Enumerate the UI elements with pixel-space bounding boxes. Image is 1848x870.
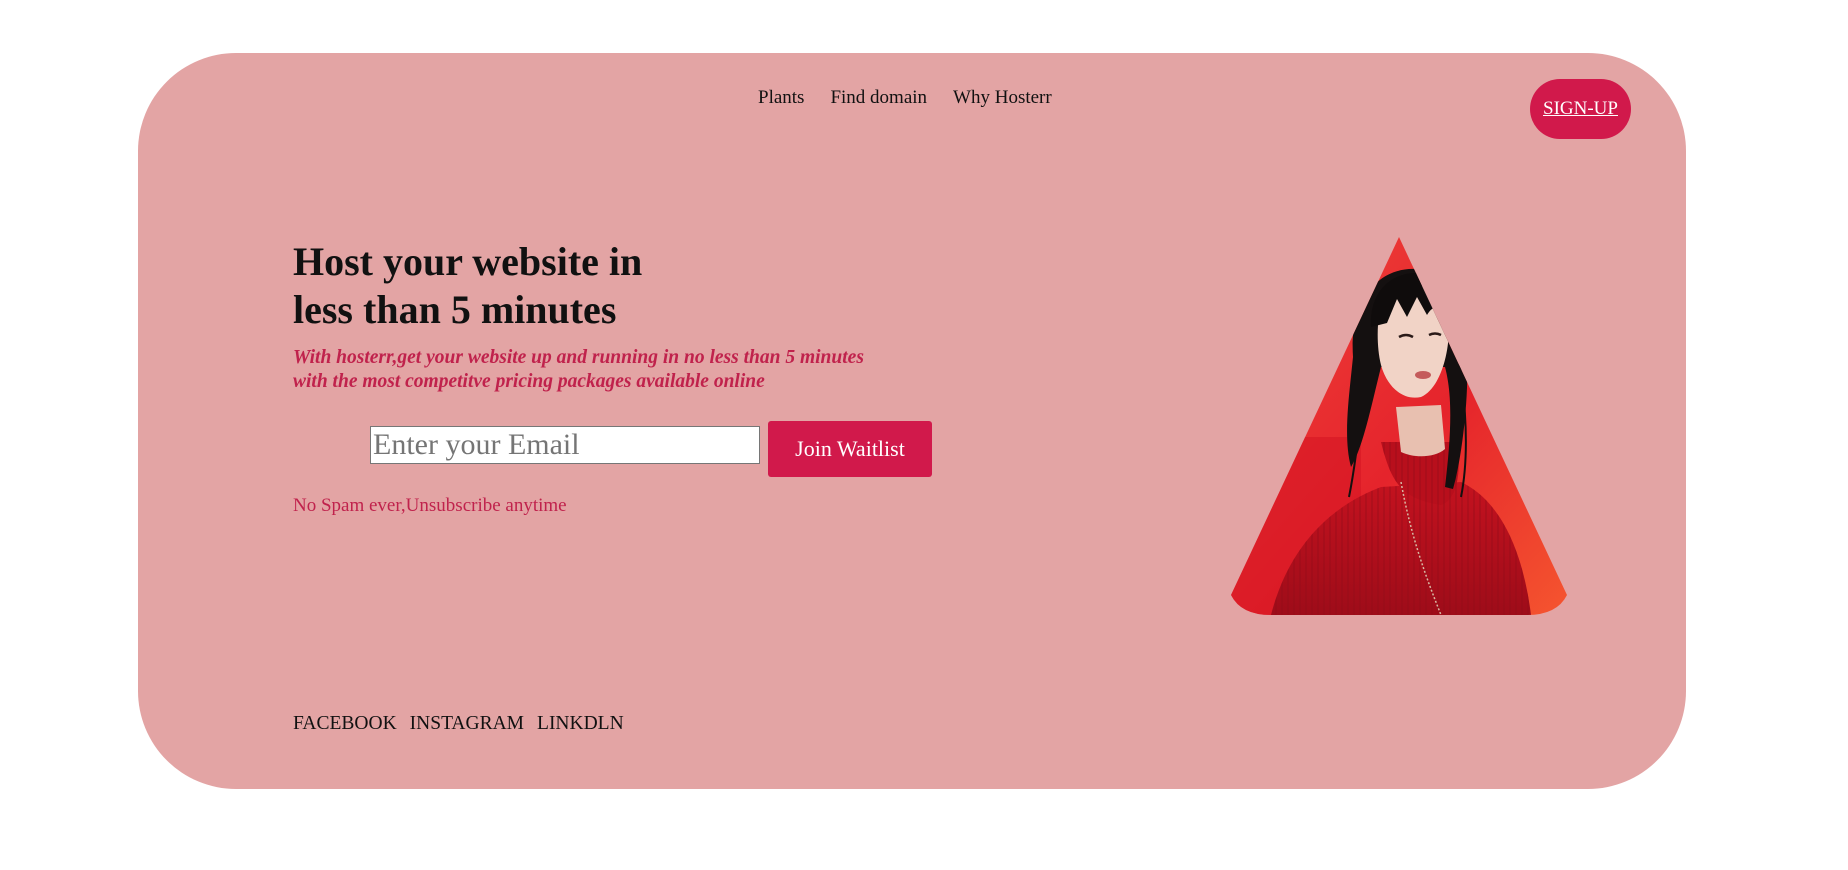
hero-subtitle-line-1: With hosterr,get your website up and run… [293, 347, 864, 368]
nav-link-plants[interactable]: Plants [758, 79, 804, 117]
signup-button[interactable]: SIGN-UP [1530, 79, 1631, 139]
nav-link-why-hosterr[interactable]: Why Hosterr [953, 79, 1052, 117]
nav-links: Plants Find domain Why Hosterr [758, 79, 1052, 117]
no-spam-note: No Spam ever,Unsubscribe anytime [293, 495, 567, 516]
join-waitlist-button[interactable]: Join Waitlist [768, 421, 932, 477]
hero-title: Host your website in less than 5 minutes [293, 238, 713, 334]
hero-subtitle: With hosterr,get your website up and run… [293, 346, 893, 394]
email-input[interactable] [370, 426, 760, 464]
hero-card: Plants Find domain Why Hosterr SIGN-UP H… [138, 53, 1686, 789]
social-link-linkedin[interactable]: LINKDLN [537, 713, 624, 735]
hero-portrait-image [1231, 237, 1567, 615]
social-link-instagram[interactable]: INSTAGRAM [410, 713, 524, 735]
hero-title-line-2: less than 5 minutes [293, 287, 617, 332]
social-link-facebook[interactable]: FACEBOOK [293, 713, 397, 735]
top-nav: Plants Find domain Why Hosterr SIGN-UP [138, 79, 1686, 139]
social-links: FACEBOOK INSTAGRAM LINKDLN [293, 713, 624, 735]
hero-subtitle-line-2: with the most competitve pricing package… [293, 371, 765, 392]
nav-link-find-domain[interactable]: Find domain [830, 79, 927, 117]
hero-title-line-1: Host your website in [293, 239, 643, 284]
